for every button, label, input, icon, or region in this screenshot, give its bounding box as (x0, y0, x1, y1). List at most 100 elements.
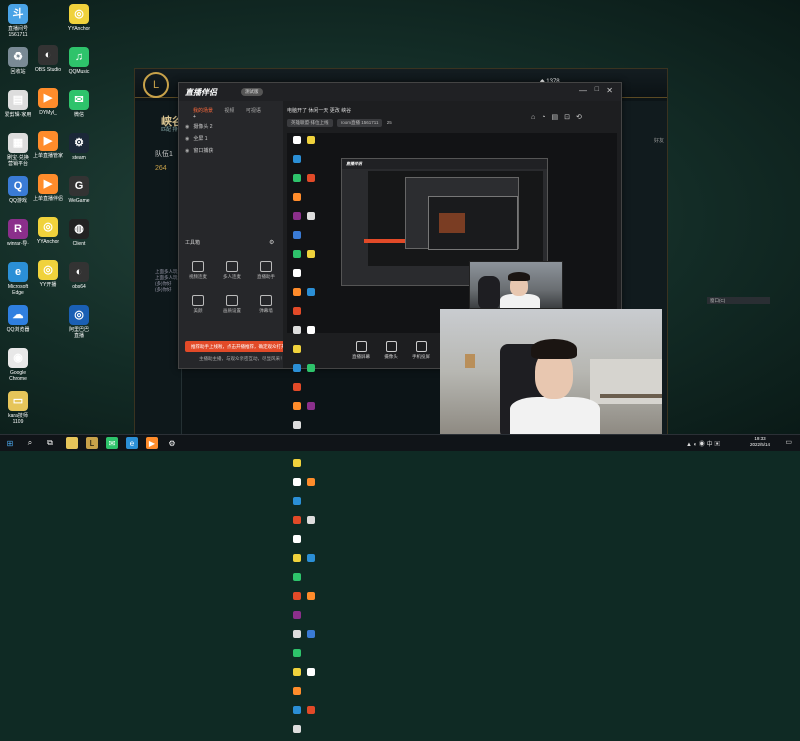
edge-icon: e (8, 262, 28, 282)
settings-taskbar-icon[interactable]: ⚙ (166, 437, 178, 449)
desktop-chrome[interactable]: ◉ Google Chrome (0, 348, 36, 382)
app-thumbnail-icon (293, 231, 301, 239)
desktop-icon-label: steam (72, 155, 86, 161)
side-panel-label[interactable]: 窗口(C) (707, 297, 770, 304)
maximize-icon[interactable]: □ (595, 86, 599, 93)
preview-icon-row (287, 513, 327, 543)
tab-video[interactable]: 视频 (224, 108, 234, 114)
notification-icon[interactable]: ▭ (785, 438, 792, 446)
app-thumbnail-icon (293, 250, 301, 258)
wechat-taskbar-icon[interactable]: ✉ (106, 437, 118, 449)
desktop-steam[interactable]: ⚙ steam (61, 133, 97, 161)
app-thumbnail-icon (307, 212, 315, 220)
app-thumbnail-icon (293, 535, 301, 543)
preview-icon-row (287, 627, 327, 657)
eye-icon[interactable]: ◉ (185, 124, 189, 130)
tool-assistant-button[interactable]: 直播助手 (249, 261, 283, 280)
explorer-icon[interactable] (66, 437, 78, 449)
gift-icon[interactable]: ⊡ (564, 114, 576, 121)
app-thumbnail-icon (293, 497, 301, 505)
tab-scene[interactable]: 我的场景 (193, 108, 213, 114)
close-icon[interactable]: ✕ (606, 86, 613, 95)
tool-video-link-button[interactable]: 视频连麦 (181, 261, 215, 280)
tab-visual[interactable]: 可视语 (246, 108, 261, 114)
eye-icon[interactable]: ◉ (185, 148, 189, 154)
tool-multi-link-button[interactable]: 多人连麦 (215, 261, 249, 280)
qqmusic-icon: ♫ (69, 47, 89, 67)
lol-queue: 队伍1 (155, 151, 173, 158)
share-icon[interactable]: ⟲ (576, 114, 588, 121)
tool-danmu-icon (260, 295, 272, 306)
app-thumbnail-icon (293, 478, 301, 486)
yy-icon: ◎ (38, 260, 58, 280)
clock[interactable]: 19:33 2022/5/14 (750, 436, 770, 448)
system-tray[interactable]: ▲ ◐ ◉ 中 ▣ (686, 439, 720, 448)
desktop-wechat[interactable]: ✉ 微信 (61, 90, 97, 118)
nested-orange (439, 213, 465, 233)
yyanchor2-icon: ◎ (69, 4, 89, 24)
obs64-icon: ◐ (69, 262, 89, 282)
qq-game-icon: Q (8, 176, 28, 196)
tool-multi-link-icon (226, 261, 238, 272)
viewer-count: 25 (386, 120, 392, 125)
app-thumbnail-icon (293, 155, 301, 163)
source-item-window[interactable]: ◉ 窗口捕获 (185, 147, 213, 154)
desktop-wegame[interactable]: G WeGame (61, 176, 97, 204)
tool-beauty-button[interactable]: 美颜 (181, 295, 215, 314)
tool-video-link-icon (192, 261, 204, 272)
btn-mobile[interactable]: 手机投屏 (407, 341, 435, 360)
bottom-button-label: 直播屏幕 (352, 354, 370, 359)
app-thumbnail-icon (293, 706, 301, 714)
desktop-client[interactable]: ◍ Client (61, 219, 97, 247)
start-button-icon[interactable]: ⊞ (4, 437, 16, 449)
desktop-qq-browser[interactable]: ☁ QQ浏览器 (0, 305, 36, 333)
tool-label: 直播助手 (257, 274, 275, 279)
desktop-icon-label: YYAnchor (67, 26, 91, 32)
preview-icon-row (287, 209, 327, 239)
eye-icon[interactable]: ◉ (185, 136, 189, 142)
search-icon[interactable]: ⌕ (24, 437, 36, 449)
wegame-icon: G (69, 176, 89, 196)
app-thumbnail-icon (307, 554, 315, 562)
desktop-ali[interactable]: ◎ 阿里巴巴 直播 (61, 305, 97, 339)
add-source-icon[interactable]: + (193, 114, 196, 120)
bell-icon[interactable]: ◔ (541, 114, 551, 121)
doc-icon[interactable]: ▤ (551, 114, 564, 121)
zhibo-tabs: 我的场景 视频 可视语 + (193, 107, 283, 120)
btn-screen[interactable]: 直播屏幕 (347, 341, 375, 360)
app-thumbnail-icon (293, 421, 301, 429)
zhibo-taskbar-icon[interactable]: ▶ (146, 437, 158, 449)
minimize-icon[interactable]: — (579, 86, 587, 95)
tool-quality-button[interactable]: 画质设置 (215, 295, 249, 314)
app-thumbnail-icon (307, 706, 315, 714)
source-item-fullscreen[interactable]: ◉ 全屏 1 (185, 135, 208, 142)
desktop-icon-label: 微信 (73, 112, 84, 118)
app-thumbnail-icon (307, 668, 315, 676)
tool-beauty-icon (192, 295, 204, 306)
desktop-yyanchor2[interactable]: ◎ YYAnchor (61, 4, 97, 32)
zhibojianhao-icon: 斗 (8, 4, 28, 24)
desktop-folder[interactable]: ▭ kara技师 1109 (0, 391, 36, 425)
edge-taskbar-icon[interactable]: e (126, 437, 138, 449)
tool-danmu-button[interactable]: 弹幕墙 (249, 295, 283, 314)
tool-label: 视频连麦 (189, 274, 207, 279)
shelf (600, 394, 662, 398)
btn-camera[interactable]: 摄像头 (377, 341, 405, 360)
app-thumbnail-icon (293, 136, 301, 144)
tool-label: 多人连麦 (223, 274, 241, 279)
task-view-icon[interactable]: ⧉ (44, 437, 56, 449)
desktop-qqmusic[interactable]: ♫ QQMusic (61, 47, 97, 75)
obs-icon: ◐ (38, 45, 58, 65)
source-item-camera[interactable]: ◉ 摄像头 2 (185, 123, 213, 130)
desktop-obs64[interactable]: ◐ obs64 (61, 262, 97, 290)
lol-taskbar-icon[interactable]: L (86, 437, 98, 449)
app-thumbnail-icon (293, 668, 301, 676)
zhibo-brand: 直播伴侣 (185, 88, 217, 97)
desktop-zhibojianhao[interactable]: 斗直播间号 1561711 (0, 4, 36, 38)
app-thumbnail-icon (293, 269, 301, 277)
home-icon[interactable]: ⌂ (531, 114, 541, 121)
wechat-icon: ✉ (69, 90, 89, 110)
category-pill[interactable]: 英雄联盟·排位上线 (287, 119, 333, 127)
lol-logo-icon: L (143, 72, 169, 98)
toolbox-settings-icon[interactable]: ⚙ (269, 239, 274, 246)
